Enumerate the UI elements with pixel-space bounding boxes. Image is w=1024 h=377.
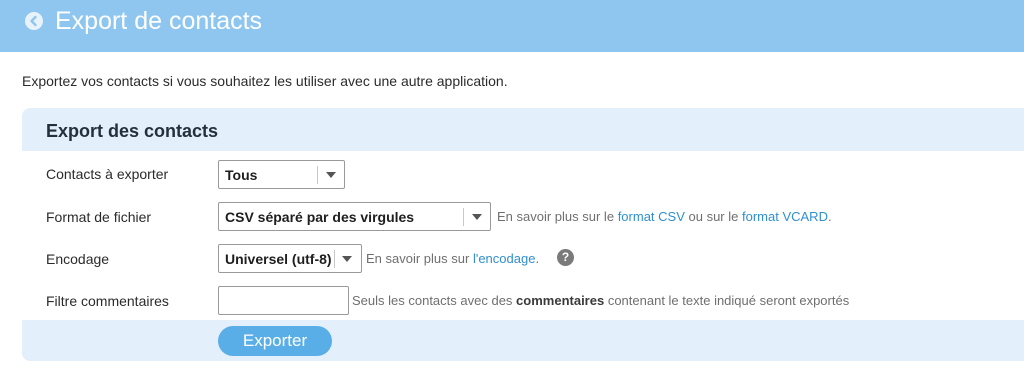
page-title: Export de contacts	[55, 7, 263, 35]
comments-filter-input[interactable]	[218, 286, 349, 315]
comments-label: Filtre commentaires	[46, 293, 169, 309]
chevron-down-icon	[472, 214, 482, 220]
format-label: Format de fichier	[46, 209, 152, 225]
back-arrow-icon[interactable]	[25, 12, 43, 30]
export-panel: Export des contacts Contacts à exporter …	[22, 108, 1024, 361]
contacts-select-value: Tous	[225, 167, 258, 183]
encoding-help-suffix: .	[535, 251, 540, 266]
format-help-prefix: En savoir plus sur le	[497, 209, 615, 224]
select-divider	[317, 166, 318, 184]
contacts-label: Contacts à exporter	[46, 166, 169, 182]
encoding-help: En savoir plus sur l'encodage.	[366, 250, 539, 268]
format-help: En savoir plus sur le format CSV ou sur …	[497, 208, 832, 226]
encoding-label: Encodage	[46, 251, 110, 267]
format-vcard-link[interactable]: format VCARD	[742, 209, 828, 224]
format-select[interactable]: CSV séparé par des virgules	[218, 202, 491, 231]
format-select-value: CSV séparé par des virgules	[225, 209, 415, 225]
panel-title: Export des contacts	[46, 121, 219, 141]
comments-help-bold: commentaires	[516, 293, 605, 308]
chevron-down-icon	[326, 172, 336, 178]
contacts-select[interactable]: Tous	[218, 160, 345, 189]
format-help-middle: ou sur le	[688, 209, 739, 224]
comments-help-prefix: Seuls les contacts avec des	[352, 293, 513, 308]
comments-help-suffix: contenant le texte indiqué seront export…	[607, 293, 850, 308]
encoding-select[interactable]: Universel (utf-8)	[218, 244, 362, 273]
select-divider	[334, 250, 335, 268]
form-body: Contacts à exporter Tous Format de fichi…	[22, 151, 1024, 320]
page-header: Export de contacts	[0, 0, 1024, 52]
format-csv-link[interactable]: format CSV	[618, 209, 685, 224]
encoding-select-value: Universel (utf-8)	[225, 251, 332, 267]
select-divider	[463, 208, 464, 226]
export-button[interactable]: Exporter	[218, 326, 332, 356]
encoding-help-prefix: En savoir plus sur	[366, 251, 470, 266]
help-question-icon[interactable]: ?	[557, 249, 574, 266]
intro-text: Exportez vos contacts si vous souhaitez …	[22, 73, 508, 89]
encoding-link[interactable]: l'encodage	[473, 251, 535, 266]
format-help-suffix: .	[827, 209, 832, 224]
comments-help: Seuls les contacts avec des commentaires…	[352, 292, 849, 310]
chevron-down-icon	[342, 256, 352, 262]
